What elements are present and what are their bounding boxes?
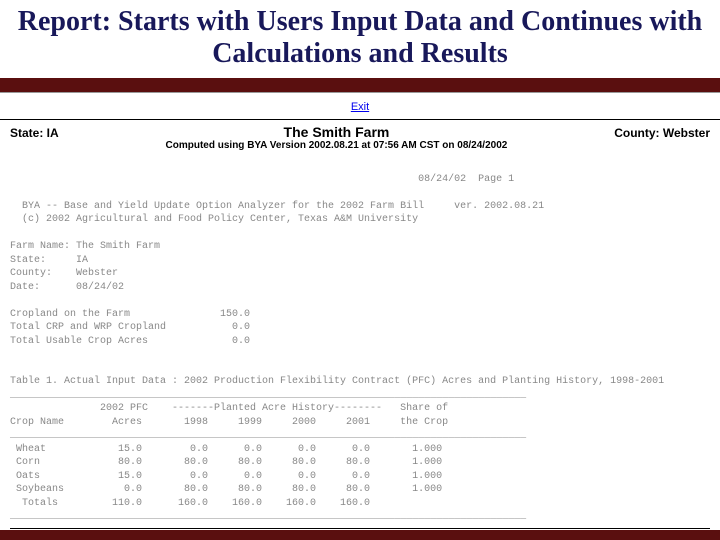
report-farm-block: Farm Name: The Smith Farm State: IA Coun… [10,241,160,293]
report-crop-block: Cropland on the Farm 150.0 Total CRP and… [10,309,250,347]
report-body: 08/24/02 Page 1 BYA -- Base and Yield Up… [0,153,720,524]
county-label: County: Webster [614,124,710,140]
computed-line: Computed using BYA Version 2002.08.21 at… [59,140,615,151]
top-maroon-bar [0,78,720,92]
header-center: The Smith Farm Computed using BYA Versio… [59,124,615,151]
exit-link[interactable]: Exit [351,101,369,113]
report-line-1: BYA -- Base and Yield Update Option Anal… [10,201,544,212]
exit-row: Exit [0,95,720,119]
state-label: State: IA [10,124,59,140]
report-table-mid-rule: ________________________________________… [10,430,526,441]
farm-name: The Smith Farm [59,124,615,140]
slide-title-area: Report: Starts with Users Input Data and… [0,0,720,78]
report-table-head-1: 2002 PFC -------Planted Acre History----… [10,403,448,414]
bottom-maroon-bar [0,530,720,540]
slide-title: Report: Starts with Users Input Data and… [10,6,710,70]
report-table-rows: Wheat 15.0 0.0 0.0 0.0 0.0 1.000 Corn 80… [10,444,442,509]
report-table-bottom-rule: ________________________________________… [10,511,526,522]
report-line-2: (c) 2002 Agricultural and Food Policy Ce… [10,214,418,225]
report-table-head-2: Crop Name Acres 1998 1999 2000 2001 the … [10,417,448,428]
report-table-title: Table 1. Actual Input Data : 2002 Produc… [10,376,664,387]
report-header-row: State: IA The Smith Farm Computed using … [0,120,720,153]
report-table-top-rule: ________________________________________… [10,390,526,401]
report-date-page: 08/24/02 Page 1 [10,174,514,185]
